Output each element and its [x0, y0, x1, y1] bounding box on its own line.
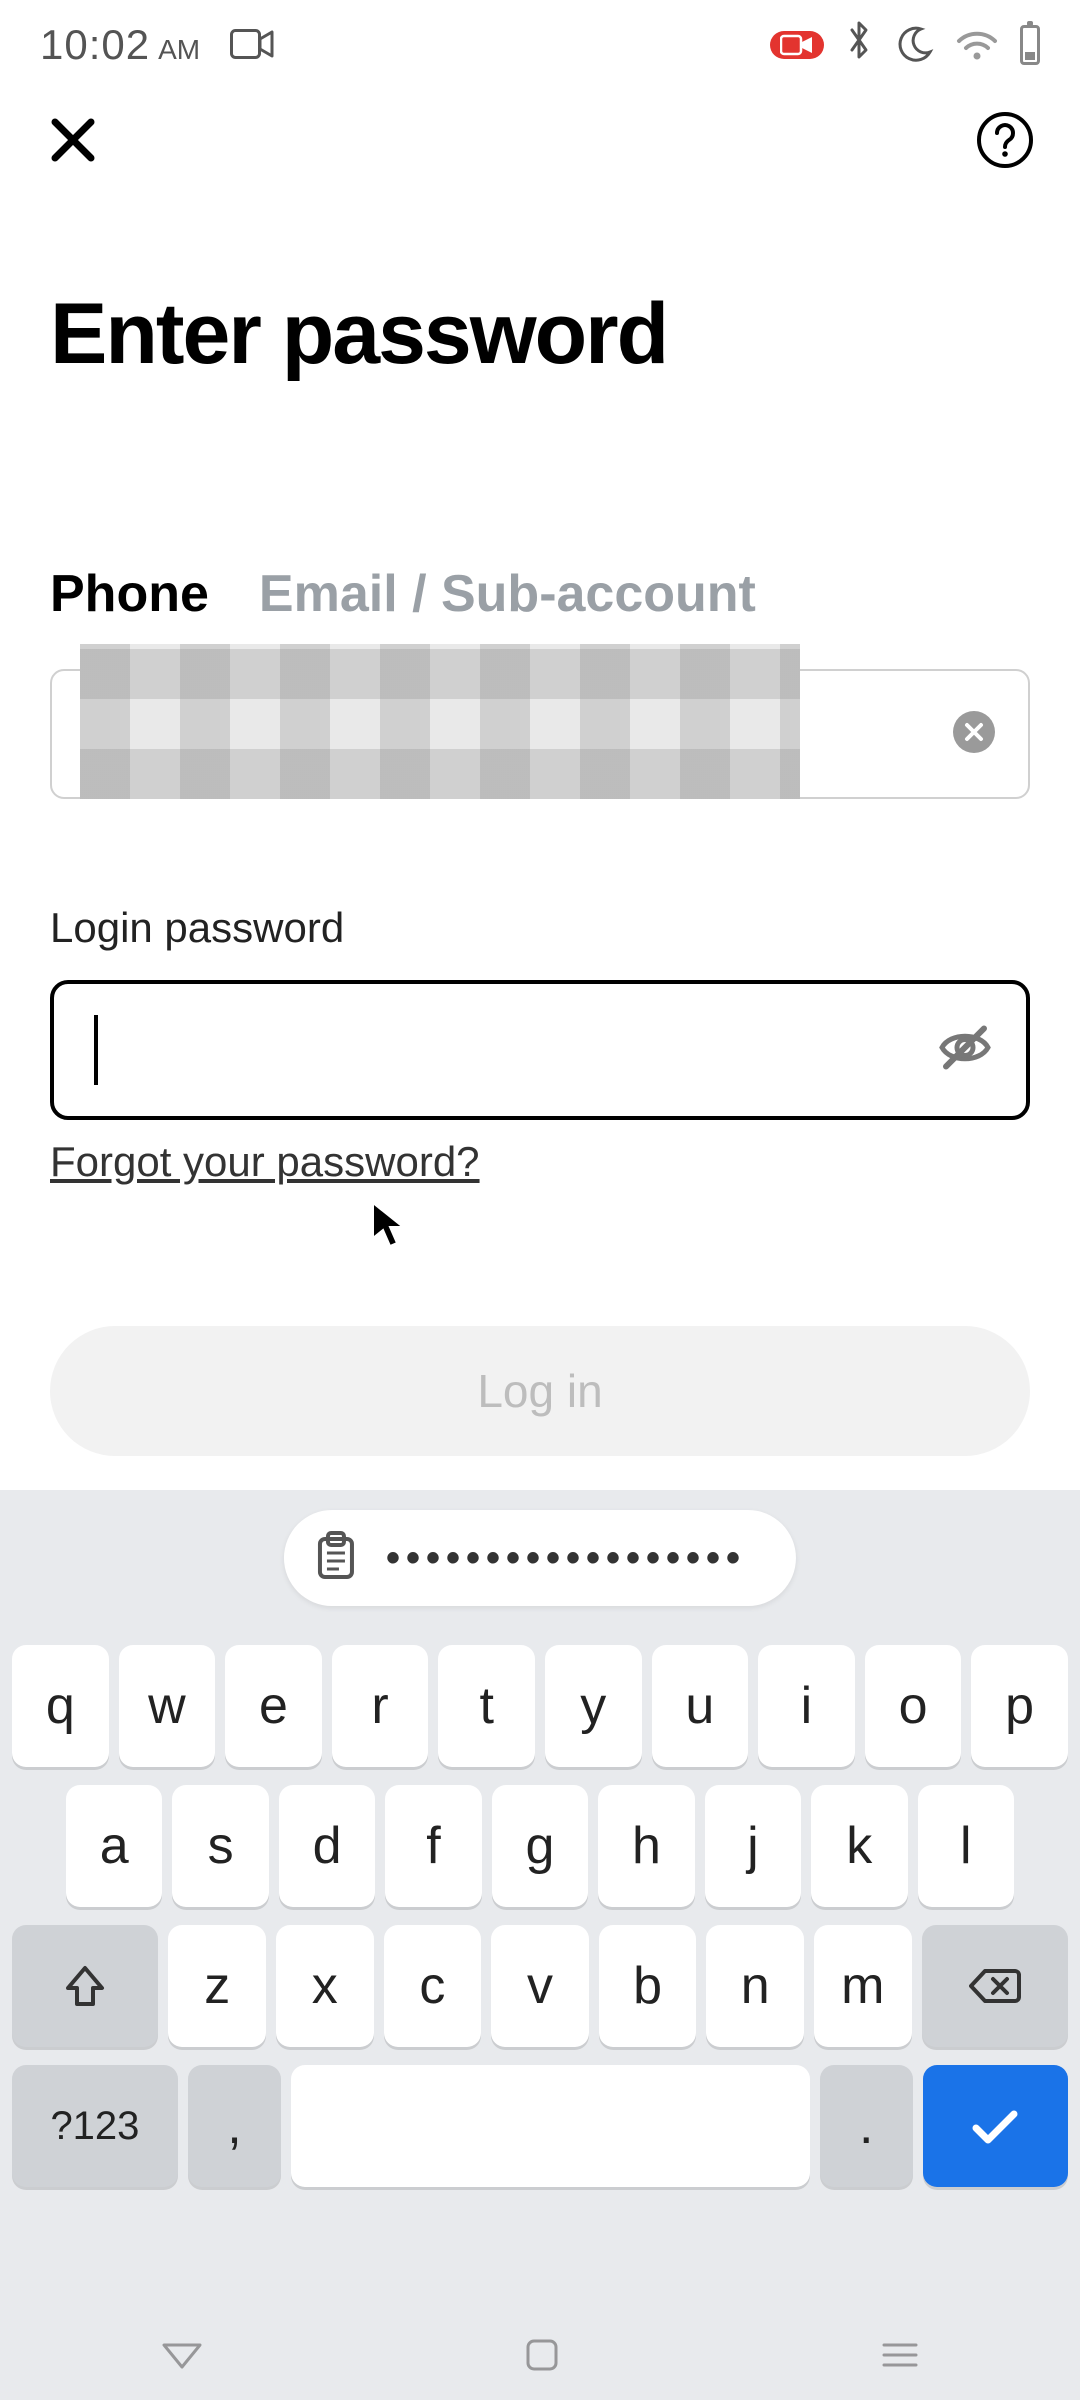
keyboard-row-2: a s d f g h j k l — [12, 1785, 1068, 1907]
login-button[interactable]: Log in — [50, 1326, 1030, 1456]
toggle-password-visibility-icon[interactable] — [936, 1019, 994, 1082]
key-enter[interactable] — [923, 2065, 1068, 2187]
tab-email-subaccount[interactable]: Email / Sub-account — [259, 564, 756, 624]
key-l[interactable]: l — [918, 1785, 1014, 1907]
key-w[interactable]: w — [119, 1645, 216, 1767]
mouse-cursor-icon — [370, 1200, 408, 1255]
key-d[interactable]: d — [279, 1785, 375, 1907]
key-v[interactable]: v — [491, 1925, 589, 2047]
key-a[interactable]: a — [66, 1785, 162, 1907]
tab-phone[interactable]: Phone — [50, 564, 209, 624]
key-e[interactable]: e — [225, 1645, 322, 1767]
key-n[interactable]: n — [706, 1925, 804, 2047]
key-f[interactable]: f — [385, 1785, 481, 1907]
phone-value-redacted — [80, 644, 800, 799]
suggestion-text: •••••••••••••••••• — [386, 1536, 746, 1581]
key-i[interactable]: i — [758, 1645, 855, 1767]
password-label: Login password — [0, 799, 1080, 952]
clipboard-suggestion[interactable]: •••••••••••••••••• — [284, 1510, 796, 1606]
key-backspace[interactable] — [922, 1925, 1068, 2047]
key-m[interactable]: m — [814, 1925, 912, 2047]
soft-keyboard: •••••••••••••••••• q w e r t y u i o p a… — [0, 1490, 1080, 2400]
status-bar: 10:02 AM — [0, 0, 1080, 90]
nav-recent-icon[interactable] — [880, 2340, 920, 2370]
key-b[interactable]: b — [599, 1925, 697, 2047]
wifi-icon — [956, 29, 998, 61]
keyboard-row-4: ?123 , . — [12, 2065, 1068, 2187]
dnd-moon-icon — [894, 25, 934, 65]
clipboard-icon — [314, 1531, 358, 1586]
key-p[interactable]: p — [971, 1645, 1068, 1767]
key-u[interactable]: u — [652, 1645, 749, 1767]
clear-phone-button[interactable] — [953, 711, 995, 753]
bluetooth-icon — [846, 19, 872, 71]
forgot-password-link[interactable]: Forgot your password? — [50, 1138, 480, 1186]
camera-icon — [230, 29, 274, 59]
key-k[interactable]: k — [811, 1785, 907, 1907]
keyboard-row-3: z x c v b n m — [12, 1925, 1068, 2047]
key-shift[interactable] — [12, 1925, 158, 2047]
key-o[interactable]: o — [865, 1645, 962, 1767]
key-c[interactable]: c — [384, 1925, 482, 2047]
key-z[interactable]: z — [168, 1925, 266, 2047]
key-s[interactable]: s — [172, 1785, 268, 1907]
key-t[interactable]: t — [438, 1645, 535, 1767]
key-space[interactable] — [291, 2065, 809, 2187]
screen-record-icon — [770, 31, 824, 59]
password-input[interactable] — [50, 980, 1030, 1120]
keyboard-row-1: q w e r t y u i o p — [12, 1645, 1068, 1767]
text-caret — [94, 1015, 98, 1085]
nav-back-icon[interactable] — [160, 2339, 204, 2371]
key-g[interactable]: g — [492, 1785, 588, 1907]
key-h[interactable]: h — [598, 1785, 694, 1907]
battery-icon — [1020, 25, 1040, 65]
system-nav-bar — [0, 2310, 1080, 2400]
key-y[interactable]: y — [545, 1645, 642, 1767]
shift-icon — [64, 1964, 106, 2008]
key-symbols[interactable]: ?123 — [12, 2065, 178, 2187]
page-title: Enter password — [0, 170, 1080, 384]
key-r[interactable]: r — [332, 1645, 429, 1767]
check-icon — [968, 2106, 1022, 2146]
key-q[interactable]: q — [12, 1645, 109, 1767]
status-am: AM — [158, 34, 200, 66]
status-time: 10:02 — [40, 21, 150, 69]
backspace-icon — [969, 1967, 1021, 2005]
key-comma[interactable]: , — [188, 2065, 281, 2187]
key-period[interactable]: . — [820, 2065, 913, 2187]
close-icon[interactable] — [45, 112, 101, 168]
help-icon[interactable] — [975, 110, 1035, 170]
phone-field-wrap — [50, 664, 1030, 799]
key-x[interactable]: x — [276, 1925, 374, 2047]
key-j[interactable]: j — [705, 1785, 801, 1907]
nav-home-icon[interactable] — [524, 2337, 560, 2373]
